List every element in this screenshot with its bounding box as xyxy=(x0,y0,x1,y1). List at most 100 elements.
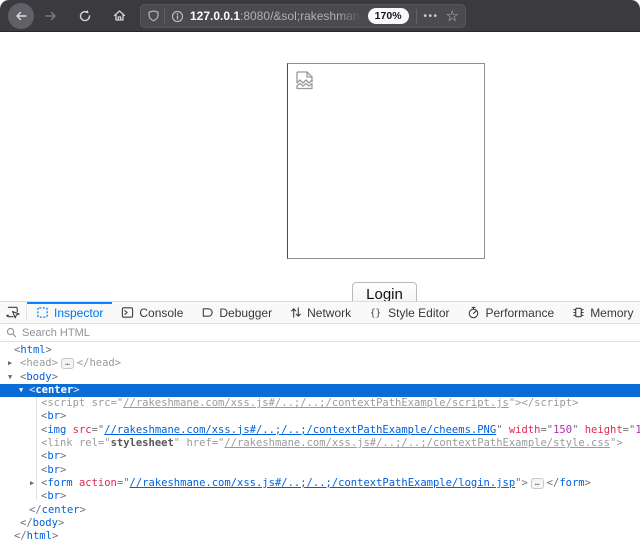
forward-arrow-icon xyxy=(44,9,58,23)
tab-label: Inspector xyxy=(54,306,103,320)
tree-row[interactable]: <img src="//rakeshmane.com/xss.js#/..;/.… xyxy=(0,424,640,437)
code-tag: form xyxy=(47,477,72,489)
code-link[interactable]: //rakeshmane.com/xss.js#/..;/..;/context… xyxy=(224,437,610,449)
zoom-level-badge[interactable]: 170% xyxy=(368,8,409,24)
tab-memory[interactable]: Memory xyxy=(563,302,640,323)
tree-row[interactable]: ▼<center> xyxy=(0,384,640,397)
tab-performance[interactable]: Performance xyxy=(458,302,563,323)
tab-inspector[interactable]: Inspector xyxy=(27,302,112,323)
tree-row[interactable]: </body> xyxy=(0,517,640,530)
tree-row[interactable]: ▼<body> xyxy=(0,371,640,384)
reload-icon xyxy=(78,9,92,23)
code-punct: "> xyxy=(509,397,522,409)
forward-button[interactable] xyxy=(38,3,64,29)
url-path: :8080/&sol;rakeshmane.com/xss.js&num;/..… xyxy=(240,9,364,23)
code-tag: html xyxy=(20,344,45,356)
search-html-input[interactable] xyxy=(22,327,634,339)
code-attr: src xyxy=(66,424,91,436)
code-tag: center xyxy=(42,504,80,516)
expand-arrow-icon[interactable]: ▶ xyxy=(30,477,34,490)
tree-row[interactable]: ▶<head>…</head> xyxy=(0,357,640,370)
collapsed-content-badge[interactable]: … xyxy=(61,358,74,369)
tree-row[interactable]: <br> xyxy=(0,490,640,503)
url-bar[interactable]: 127.0.0.1:8080/&sol;rakeshmane.com/xss.j… xyxy=(140,4,466,28)
reload-button[interactable] xyxy=(72,3,98,29)
login-button[interactable]: Login xyxy=(352,282,417,301)
code-punct: =" xyxy=(540,424,553,436)
urlbar-separator-2 xyxy=(416,9,417,24)
tab-debugger[interactable]: Debugger xyxy=(192,302,281,323)
code-punct: =" xyxy=(117,477,130,489)
code-punct: > xyxy=(585,477,591,489)
tree-row[interactable]: <html> xyxy=(0,344,640,357)
code-punct: > xyxy=(58,517,64,529)
tab-network[interactable]: Network xyxy=(281,302,360,323)
code-punct: > xyxy=(115,357,121,369)
code-tag: br xyxy=(47,450,60,462)
collapsed-content-badge[interactable]: … xyxy=(531,478,544,489)
code-link[interactable]: //rakeshmane.com/xss.js#/..;/..;/context… xyxy=(130,477,516,489)
code-punct: </ xyxy=(14,530,27,542)
tree-row[interactable]: <script src="//rakeshmane.com/xss.js#/..… xyxy=(0,397,640,410)
code-punct: =" xyxy=(111,397,124,409)
code-tag: script xyxy=(534,397,572,409)
code-punct: > xyxy=(572,397,578,409)
site-info-icon[interactable] xyxy=(171,10,184,23)
home-icon xyxy=(112,8,127,23)
code-link[interactable]: //rakeshmane.com/xss.js#/..;/..;/context… xyxy=(123,397,509,409)
tree-row[interactable]: <br> xyxy=(0,450,640,463)
code-punct: =" xyxy=(98,437,111,449)
code-punct: "> xyxy=(515,477,528,489)
tab-label: Network xyxy=(307,306,351,320)
tree-row[interactable]: </html> xyxy=(0,530,640,543)
tree-row[interactable]: ▶<form action="//rakeshmane.com/xss.js#/… xyxy=(0,477,640,490)
page-actions-icon[interactable]: ••• xyxy=(424,11,439,22)
code-attr: width xyxy=(503,424,541,436)
back-arrow-icon xyxy=(14,9,28,23)
tree-row[interactable]: <br> xyxy=(0,410,640,423)
code-attr: height xyxy=(578,424,622,436)
code-punct: </ xyxy=(77,357,90,369)
code-punct: </ xyxy=(29,504,42,516)
tracking-shield-icon xyxy=(147,9,160,23)
code-tag: script xyxy=(47,397,85,409)
collapse-arrow-icon[interactable]: ▼ xyxy=(19,384,23,397)
home-button[interactable] xyxy=(106,3,132,29)
code-tag: head xyxy=(26,357,51,369)
code-punct: > xyxy=(52,530,58,542)
code-punct: </ xyxy=(522,397,535,409)
bookmark-star-icon[interactable]: ☆ xyxy=(446,9,459,24)
tab-label: Debugger xyxy=(219,306,272,320)
tree-row[interactable]: <link rel="stylesheet" href="//rakeshman… xyxy=(0,437,640,450)
code-attr: src xyxy=(85,397,110,409)
code-tag: html xyxy=(27,530,52,542)
tab-label: Console xyxy=(139,306,183,320)
url-host: 127.0.0.1 xyxy=(190,9,240,23)
code-punct: =" xyxy=(92,424,105,436)
page-viewport: Login xyxy=(0,33,640,301)
browser-window: 127.0.0.1:8080/&sol;rakeshmane.com/xss.j… xyxy=(0,0,640,558)
code-link[interactable]: //rakeshmane.com/xss.js#/..;/..;/context… xyxy=(104,424,496,436)
tab-label: Style Editor xyxy=(388,306,449,320)
markup-tree: <html>▶<head>…</head>▼<body>▼<center><sc… xyxy=(0,342,640,558)
tab-console[interactable]: Console xyxy=(112,302,192,323)
search-icon xyxy=(6,327,17,338)
tree-row[interactable]: <br> xyxy=(0,464,640,477)
collapse-arrow-icon[interactable]: ▼ xyxy=(8,371,12,384)
tab-style-editor[interactable]: {}Style Editor xyxy=(360,302,458,323)
code-punct: > xyxy=(60,490,66,502)
devtools-tabbar: Inspector Console Debugger Network {}Style E… xyxy=(0,302,640,324)
broken-image-box xyxy=(287,63,485,259)
code-tag: body xyxy=(26,371,51,383)
pick-element-button[interactable] xyxy=(0,302,26,323)
back-button[interactable] xyxy=(8,3,34,29)
code-punct: > xyxy=(52,357,58,369)
code-tag: head xyxy=(89,357,114,369)
code-tag: body xyxy=(33,517,58,529)
code-tag: img xyxy=(47,424,66,436)
expand-arrow-icon[interactable]: ▶ xyxy=(8,357,12,370)
code-tag: br xyxy=(47,464,60,476)
url-text[interactable]: 127.0.0.1:8080/&sol;rakeshmane.com/xss.j… xyxy=(190,9,364,23)
code-punct: > xyxy=(80,504,86,516)
tree-row[interactable]: </center> xyxy=(0,504,640,517)
